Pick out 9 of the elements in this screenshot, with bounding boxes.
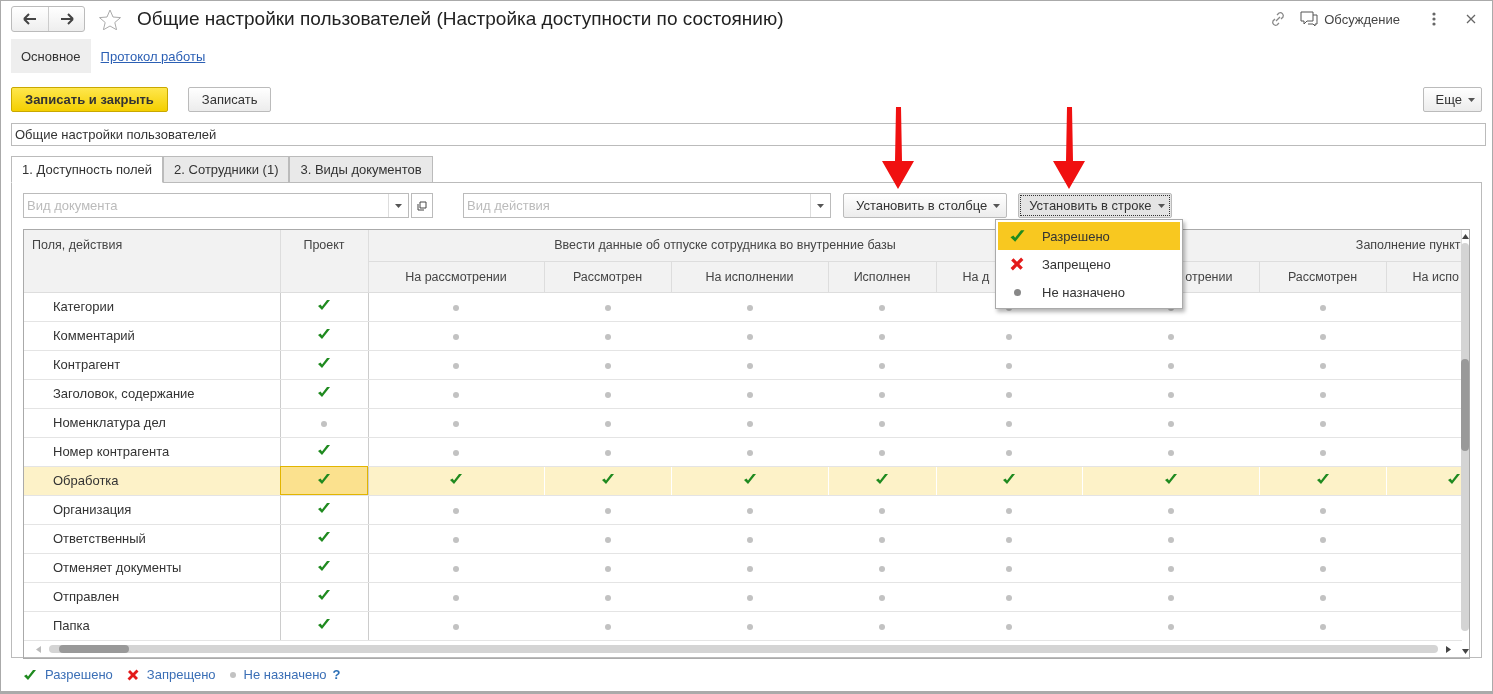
window-title: Общие настройки пользователей (Настройка доступности по состоянию) xyxy=(137,8,784,30)
column-header: На исполнении xyxy=(671,261,828,292)
column-header: Рассмотрен xyxy=(1259,261,1386,292)
column-header: Рассмотрен xyxy=(544,261,671,292)
column-header: На рассмотрении xyxy=(368,261,544,292)
column-header: Поля, действия xyxy=(24,230,280,292)
column-header: На испо xyxy=(1386,261,1461,292)
column-header: Исполнен xyxy=(828,261,936,292)
column-header: Проект xyxy=(280,230,368,292)
